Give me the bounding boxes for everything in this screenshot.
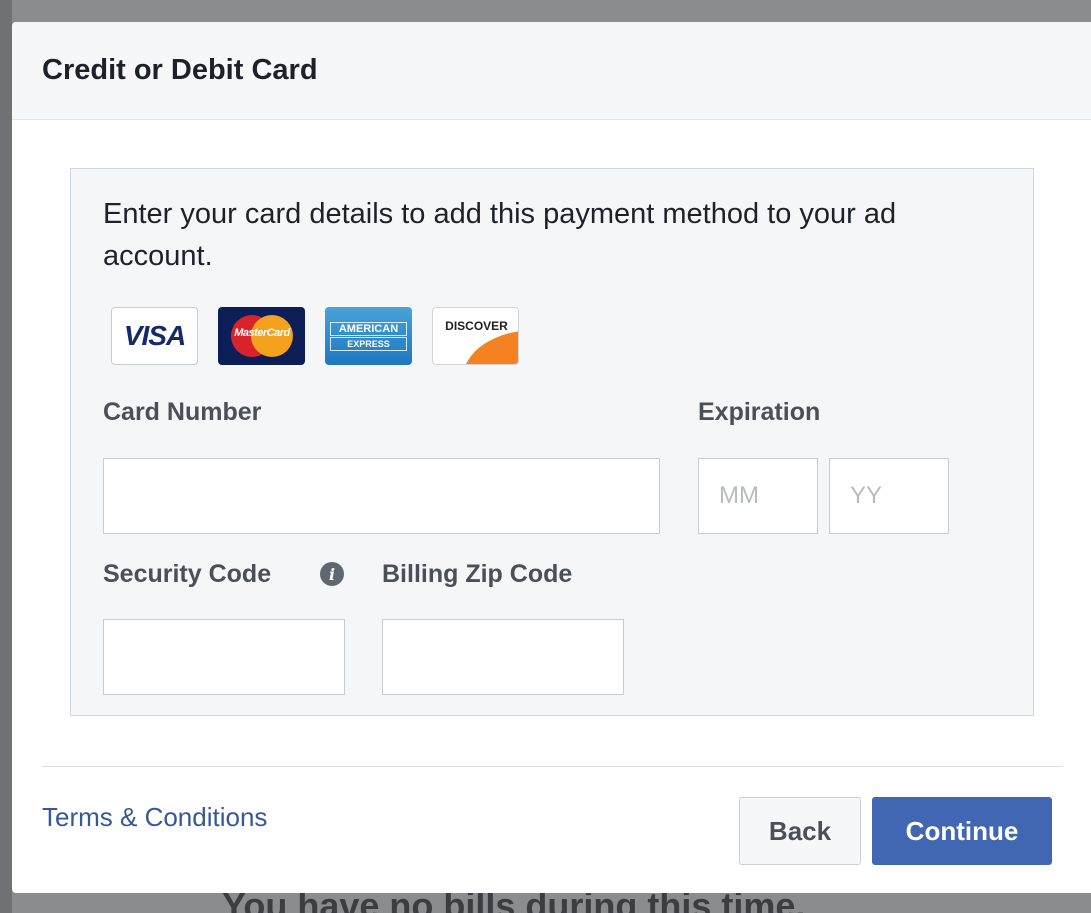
card-number-label: Card Number (103, 398, 262, 426)
discover-swoosh (463, 330, 518, 364)
security-code-input[interactable] (103, 619, 345, 695)
card-number-input[interactable] (103, 458, 660, 534)
visa-logo: VISA (111, 307, 198, 365)
mastercard-logo-text: MasterCard (234, 327, 290, 339)
accepted-cards: VISA MasterCard AMERICAN EXPRESS DISCOVE… (111, 307, 519, 365)
security-code-label: Security Code (103, 560, 272, 588)
expiration-month-input[interactable] (698, 458, 818, 534)
payment-modal: Credit or Debit Card Enter your card det… (12, 22, 1091, 893)
amex-logo-text-bottom: EXPRESS (330, 337, 407, 351)
terms-conditions-link[interactable]: Terms & Conditions (42, 802, 267, 833)
amex-logo: AMERICAN EXPRESS (325, 307, 412, 365)
discover-logo: DISCOVER (432, 307, 519, 365)
background-edge (0, 0, 12, 913)
footer-divider (42, 766, 1063, 767)
modal-title: Credit or Debit Card (42, 54, 318, 86)
visa-logo-text: VISA (123, 320, 186, 351)
intro-text: Enter your card details to add this paym… (103, 198, 897, 272)
continue-button[interactable]: Continue (872, 797, 1052, 865)
discover-logo-text: DISCOVER (445, 319, 508, 333)
billing-zip-label: Billing Zip Code (382, 560, 573, 588)
back-button[interactable]: Back (739, 797, 861, 865)
amex-logo-text-top: AMERICAN (330, 322, 407, 336)
card-details-panel: Enter your card details to add this paym… (70, 168, 1034, 716)
billing-zip-input[interactable] (382, 619, 624, 695)
modal-header: Credit or Debit Card (12, 22, 1091, 120)
info-icon[interactable]: i (320, 562, 344, 586)
expiration-label: Expiration (698, 398, 821, 426)
mastercard-logo: MasterCard (218, 307, 305, 365)
expiration-year-input[interactable] (829, 458, 949, 534)
